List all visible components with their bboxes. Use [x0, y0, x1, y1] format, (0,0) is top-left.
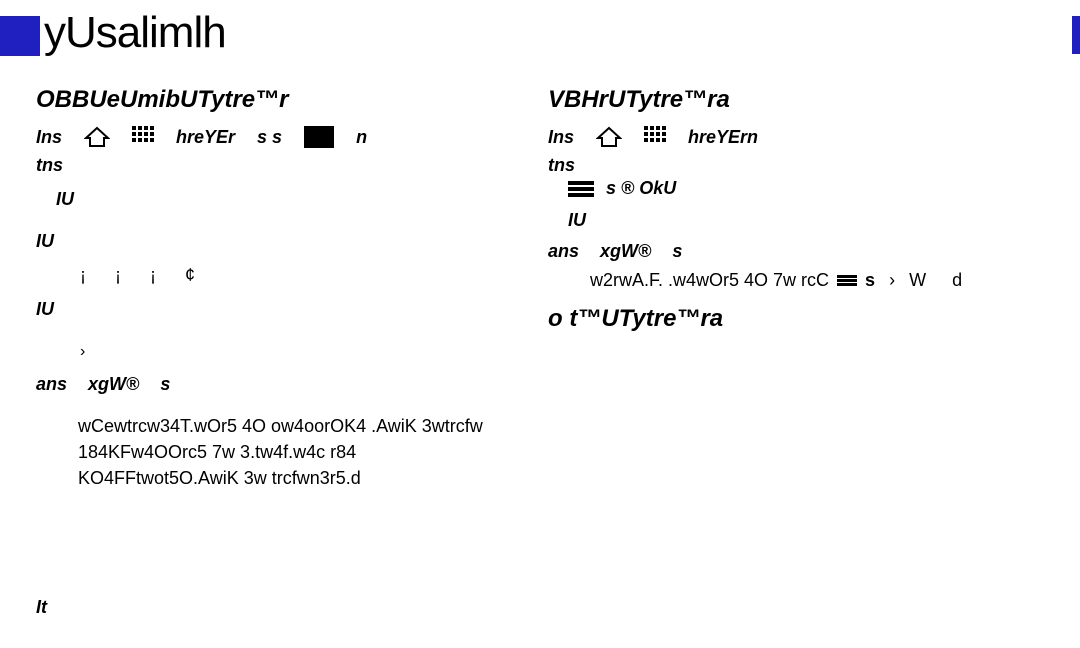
left-column: OBBUeUmibUTytre™r Ins hreYEr s s n tns I…	[36, 86, 516, 491]
right-hreyern: hreYErn	[688, 127, 758, 148]
right-row-ins: Ins hreYErn	[548, 122, 1028, 152]
left-chevron: ›	[80, 330, 516, 374]
left-ans-row: ans xgW® s	[36, 374, 516, 395]
bars-small-icon	[837, 275, 857, 287]
footer-text: It	[36, 597, 47, 618]
black-box-icon	[304, 126, 334, 148]
left-iu3: IU	[36, 288, 516, 330]
grid-icon	[132, 126, 154, 148]
right-body-a: w2rwA.F. .w4wOr5 4O 7w rcC	[590, 270, 829, 291]
brand-square-right	[1072, 16, 1080, 54]
right-ins: Ins	[548, 127, 574, 148]
right-ans: ans	[548, 241, 579, 261]
home-icon	[84, 126, 110, 148]
right-column: VBHrUTytre™ra Ins hreYErn tns s ® OkU IU…	[548, 86, 1028, 341]
bars-icon	[568, 181, 594, 197]
right-tns: tns	[548, 152, 1028, 178]
brand-square-left	[0, 16, 40, 56]
right-iu1: IU	[568, 199, 1028, 241]
left-codes: ¡ ¡ ¡ ¢	[80, 262, 516, 288]
left-ans-b: xgW®	[88, 374, 139, 394]
left-ss: s s	[257, 127, 282, 148]
right-ans-row: ans xgW® s	[548, 241, 1028, 262]
left-ans: ans	[36, 374, 67, 394]
left-iu1: IU	[56, 178, 516, 220]
right-ans-c: s	[672, 241, 682, 261]
left-ins: Ins	[36, 127, 62, 148]
left-tns: tns	[36, 152, 516, 178]
right-body-w: W	[909, 270, 944, 291]
left-iu2: IU	[36, 220, 516, 262]
left-ans-c: s	[160, 374, 170, 394]
right-body-line: w2rwA.F. .w4wOr5 4O 7w rcC s › W d	[590, 270, 1028, 291]
home-icon	[596, 126, 622, 148]
right-body-chevron: ›	[883, 270, 901, 291]
right-body-d: d	[952, 270, 962, 291]
grid-icon	[644, 126, 666, 148]
right-heading: VBHrUTytre™ra	[548, 86, 1028, 114]
left-body: wCewtrcw34T.wOr5 4O ow4oorOK4 .AwiK 3wtr…	[78, 413, 516, 491]
right-ans-b: xgW®	[600, 241, 651, 261]
right-body-s: s	[865, 270, 875, 291]
left-hreyer: hreYEr	[176, 127, 235, 148]
right-oku-row: s ® OkU	[568, 178, 1028, 199]
right-heading2: o t™UTytre™ra	[548, 305, 1028, 333]
left-n: n	[356, 127, 367, 148]
right-oku: s ® OkU	[606, 178, 676, 199]
left-row-ins: Ins hreYEr s s n	[36, 122, 516, 152]
logo-text: yUsalimlh	[44, 8, 226, 58]
left-heading: OBBUeUmibUTytre™r	[36, 86, 516, 114]
